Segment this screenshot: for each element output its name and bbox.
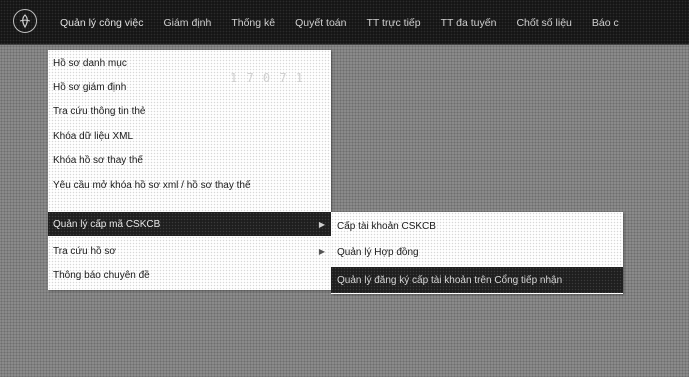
submenu-item-quan-ly-dang-ky-cap-tai-khoan[interactable]: Quản lý đăng ký cấp tài khoản trên Cổng … <box>331 267 623 293</box>
nav-item-giam-dinh[interactable]: Giám định <box>163 15 211 29</box>
submenu-item-quan-ly-hop-dong[interactable]: Quản lý Hợp đồng <box>331 239 623 265</box>
nav-item-quan-ly-cong-viec[interactable]: Quản lý công việc <box>60 15 143 29</box>
submenu-item-cap-tai-khoan-cskcb[interactable]: Cấp tài khoản CSKCB <box>331 213 623 239</box>
nav-item-chot-so-lieu[interactable]: Chốt số liệu <box>516 15 571 29</box>
menu-item-yeu-cau-mo-khoa[interactable]: Yêu cầu mở khóa hồ sơ xml / hồ sơ thay t… <box>48 173 331 197</box>
main-nav: Quản lý công việc Giám định Thống kê Quy… <box>60 0 639 44</box>
menu-item-khoa-du-lieu-xml[interactable]: Khóa dữ liệu XML <box>48 124 331 148</box>
nav-item-tt-truc-tiep[interactable]: TT trực tiếp <box>366 15 420 29</box>
menu-item-khoa-ho-so-thay-the[interactable]: Khóa hồ sơ thay thế <box>48 148 331 172</box>
quan-ly-cap-ma-submenu: Cấp tài khoản CSKCB Quản lý Hợp đồng Quả… <box>331 212 623 294</box>
menu-item-label: Tra cứu hồ sơ <box>53 245 116 257</box>
chevron-right-icon: ▶ <box>318 219 325 229</box>
menu-item-label: Thông báo chuyên đề <box>53 269 150 281</box>
menu-item-label: Hồ sơ danh mục <box>53 57 127 69</box>
menu-item-label: Hồ sơ giám định <box>53 81 127 93</box>
quan-ly-cong-viec-dropdown: Hồ sơ danh mục Hồ sơ giám định Tra cứu t… <box>48 50 331 290</box>
nav-item-quyet-toan[interactable]: Quyết toán <box>295 15 346 29</box>
submenu-item-label: Cấp tài khoản CSKCB <box>337 220 436 232</box>
submenu-item-label: Quản lý đăng ký cấp tài khoản trên Cổng … <box>337 274 563 286</box>
top-navigation-bar: Quản lý công việc Giám định Thống kê Quy… <box>0 0 689 45</box>
seal-icon[interactable] <box>13 9 37 33</box>
menu-item-thong-bao-chuyen-de[interactable]: Thông báo chuyên đề <box>48 263 331 287</box>
menu-item-label: Yêu cầu mở khóa hồ sơ xml / hồ sơ thay t… <box>53 179 251 191</box>
menu-item-label: Khóa hồ sơ thay thế <box>53 154 143 166</box>
menu-item-label: Khóa dữ liệu XML <box>53 130 134 142</box>
seal-glyph <box>19 14 31 28</box>
menu-item-quan-ly-cap-ma-cskcb[interactable]: Quản lý cấp mã CSKCB ▶ <box>48 212 331 236</box>
menu-item-label: Quản lý cấp mã CSKCB <box>53 218 161 230</box>
submenu-item-label: Quản lý Hợp đồng <box>337 246 419 258</box>
menu-item-tra-cuu-ho-so[interactable]: Tra cứu hồ sơ ▶ <box>48 239 331 263</box>
chevron-right-icon: ▶ <box>318 246 325 256</box>
nav-item-thong-ke[interactable]: Thống kê <box>231 15 275 29</box>
faint-background-text: 1 7 0 7 1 <box>230 71 305 85</box>
menu-item-tra-cuu-thong-tin-the[interactable]: Tra cứu thông tin thẻ <box>48 99 331 123</box>
menu-item-label: Tra cứu thông tin thẻ <box>53 105 146 117</box>
nav-item-bao-cao[interactable]: Báo c <box>592 15 619 29</box>
nav-item-tt-da-tuyen[interactable]: TT đa tuyến <box>441 15 497 29</box>
